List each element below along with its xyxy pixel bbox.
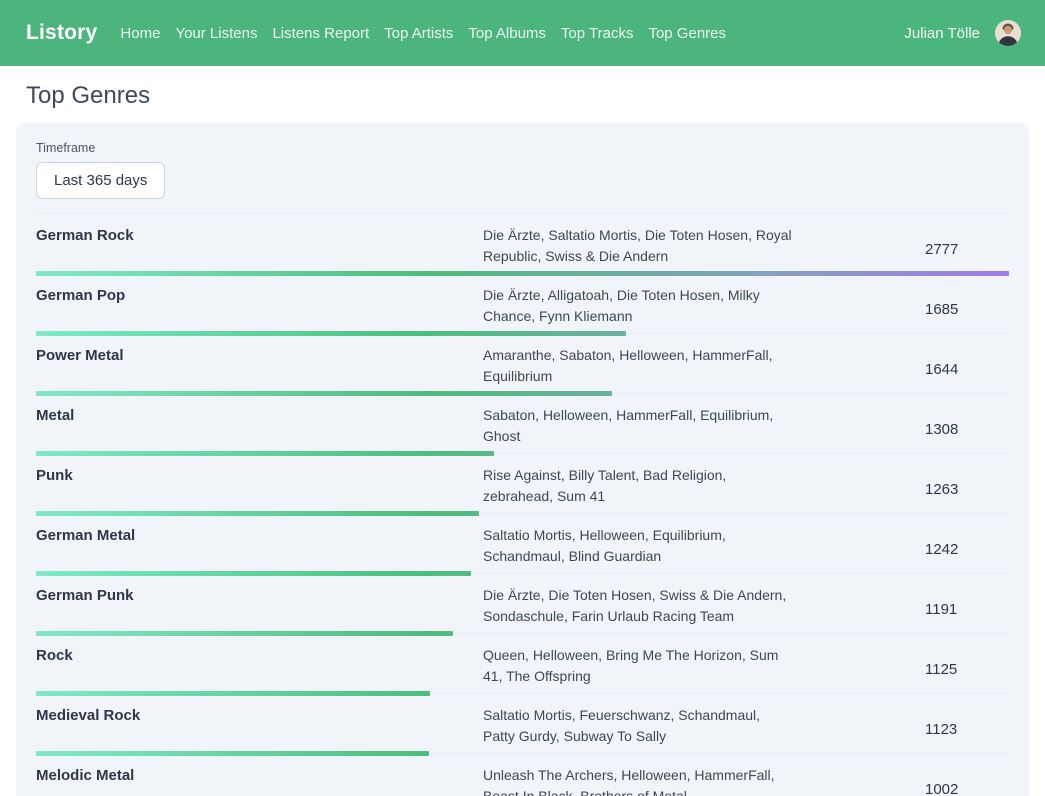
genre-top-artists: Queen, Helloween, Bring Me The Horizon, … [483,645,793,693]
nav-item-home[interactable]: Home [120,25,160,42]
genre-top-artists: Saltatio Mortis, Feuerschwanz, Schandmau… [483,705,793,753]
genre-listen-count: 1123 [925,721,1009,738]
genre-top-artists: Unleash The Archers, Helloween, HammerFa… [483,765,793,796]
genre-name: Power Metal [36,345,483,393]
genre-row: Medieval RockSaltatio Mortis, Feuerschwa… [36,694,1009,754]
top-genres-card: Timeframe Last 365 days German RockDie Ä… [16,123,1029,796]
nav-item-top-albums[interactable]: Top Albums [468,25,546,42]
genre-top-artists: Die Ärzte, Alligatoah, Die Toten Hosen, … [483,285,793,333]
genre-listen-count: 1242 [925,541,1009,558]
nav-item-top-tracks[interactable]: Top Tracks [561,25,634,42]
genre-row: PunkRise Against, Billy Talent, Bad Reli… [36,454,1009,514]
genre-row: Melodic MetalUnleash The Archers, Hellow… [36,754,1009,796]
genre-name: Melodic Metal [36,765,483,796]
nav-links: Home Your Listens Listens Report Top Artist… [120,25,726,42]
user-name: Julian Tölle [904,25,980,42]
genre-listen-count: 1263 [925,481,1009,498]
genre-listen-count: 1125 [925,661,1009,678]
genre-top-artists: Sabaton, Helloween, HammerFall, Equilibr… [483,405,793,453]
nav-item-top-artists[interactable]: Top Artists [384,25,453,42]
page-title: Top Genres [26,82,1045,110]
genre-top-artists: Die Ärzte, Die Toten Hosen, Swiss & Die … [483,585,793,633]
genre-name: German Rock [36,225,483,273]
timeframe-select[interactable]: Last 365 days [36,162,165,199]
timeframe-label: Timeframe [36,141,1009,155]
genre-listen-count: 2777 [925,241,1009,258]
genre-listen-count: 1685 [925,301,1009,318]
genre-name: German Pop [36,285,483,333]
genre-listen-count: 1002 [925,781,1009,796]
genre-name: German Metal [36,525,483,573]
avatar-photo-icon [995,20,1021,46]
genre-name: Punk [36,465,483,513]
genre-row: German PunkDie Ärzte, Die Toten Hosen, S… [36,574,1009,634]
genre-row: German RockDie Ärzte, Saltatio Mortis, D… [36,214,1009,274]
nav-item-listens-report[interactable]: Listens Report [272,25,369,42]
genre-table: German RockDie Ärzte, Saltatio Mortis, D… [36,213,1009,796]
genre-row: MetalSabaton, Helloween, HammerFall, Equ… [36,394,1009,454]
genre-row: Power MetalAmaranthe, Sabaton, Helloween… [36,334,1009,394]
genre-listen-count: 1644 [925,361,1009,378]
genre-listen-count: 1191 [925,601,1009,618]
genre-name: German Punk [36,585,483,633]
nav-item-your-listens[interactable]: Your Listens [175,25,257,42]
genre-top-artists: Saltatio Mortis, Helloween, Equilibrium,… [483,525,793,573]
genre-row: German PopDie Ärzte, Alligatoah, Die Tot… [36,274,1009,334]
genre-name: Medieval Rock [36,705,483,753]
user-menu[interactable]: Julian Tölle [904,20,1021,46]
brand-logo[interactable]: Listory [26,21,97,45]
genre-top-artists: Rise Against, Billy Talent, Bad Religion… [483,465,793,513]
genre-row: RockQueen, Helloween, Bring Me The Horiz… [36,634,1009,694]
genre-top-artists: Amaranthe, Sabaton, Helloween, HammerFal… [483,345,793,393]
nav-item-top-genres[interactable]: Top Genres [648,25,726,42]
navbar: Listory Home Your Listens Listens Report To… [0,0,1045,66]
genre-listen-count: 1308 [925,421,1009,438]
user-avatar-image[interactable] [995,20,1021,46]
genre-name: Metal [36,405,483,453]
genre-top-artists: Die Ärzte, Saltatio Mortis, Die Toten Ho… [483,225,793,273]
genre-name: Rock [36,645,483,693]
genre-row: German MetalSaltatio Mortis, Helloween, … [36,514,1009,574]
